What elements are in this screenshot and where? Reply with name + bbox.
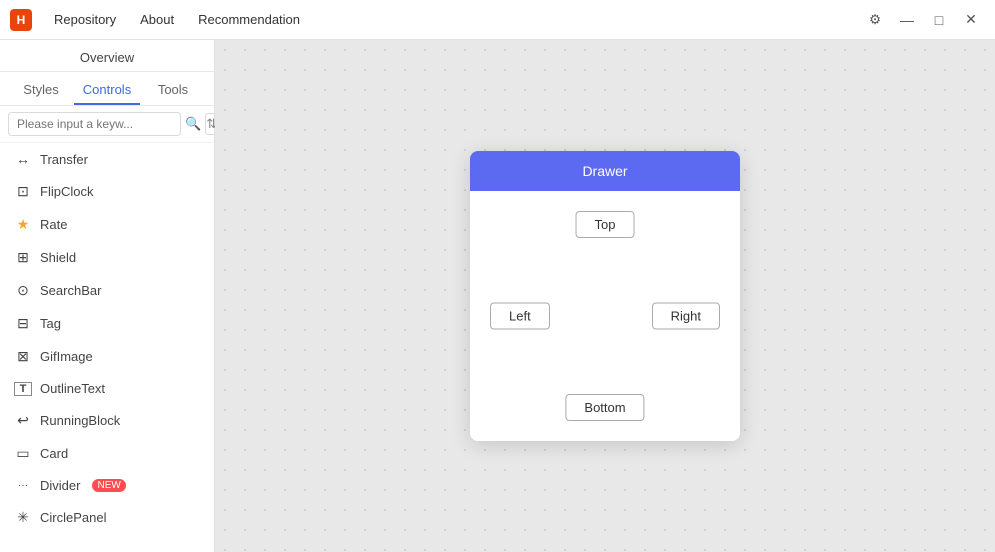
sidebar-item-label: Rate	[40, 217, 67, 232]
tab-controls[interactable]: Controls	[74, 76, 140, 105]
drawer-body: Top Left Right Bottom	[470, 191, 740, 441]
close-button[interactable]: ✕	[957, 6, 985, 34]
app-logo: H	[10, 9, 32, 31]
sidebar-item-runningblock[interactable]: ↩ RunningBlock	[0, 404, 214, 437]
sidebar-item-divider[interactable]: ··· Divider NEW	[0, 470, 214, 501]
sidebar-item-rate[interactable]: ★ Rate	[0, 208, 214, 241]
menu-repository[interactable]: Repository	[44, 8, 126, 31]
sidebar-item-gifimage[interactable]: ⊠ GifImage	[0, 340, 214, 373]
titlebar-menu: Repository About Recommendation	[44, 8, 310, 31]
card-icon: ▭	[14, 445, 32, 462]
drawer-demo-panel: Drawer Top Left Right Bottom	[470, 151, 740, 441]
new-badge: NEW	[92, 479, 125, 492]
outlinetext-icon: T	[14, 382, 32, 396]
search-icon[interactable]: 🔍	[185, 113, 201, 135]
menu-about[interactable]: About	[130, 8, 184, 31]
sidebar-item-label: Divider	[40, 478, 80, 493]
sidebar-overview-label: Overview	[0, 40, 214, 72]
main-layout: Overview Styles Controls Tools 🔍 ⇅ ↔ Tra…	[0, 40, 995, 552]
shield-icon: ⊞	[14, 249, 32, 266]
gifimage-icon: ⊠	[14, 348, 32, 365]
sidebar-item-label: SearchBar	[40, 283, 101, 298]
drawer-right-button[interactable]: Right	[652, 303, 720, 330]
rate-icon: ★	[14, 216, 32, 233]
divider-icon: ···	[14, 480, 32, 491]
sidebar-item-tag[interactable]: ⊟ Tag	[0, 307, 214, 340]
sidebar-item-label: GifImage	[40, 349, 93, 364]
circlepanel-icon: ✳	[14, 509, 32, 526]
menu-recommendation[interactable]: Recommendation	[188, 8, 310, 31]
sidebar-items-list: ↔ Transfer ⊡ FlipClock ★ Rate ⊞ Shield ⊙…	[0, 143, 214, 552]
minimize-button[interactable]: —	[893, 6, 921, 34]
sidebar-item-flipclock[interactable]: ⊡ FlipClock	[0, 175, 214, 208]
drawer-left-button[interactable]: Left	[490, 303, 550, 330]
tab-tools[interactable]: Tools	[140, 76, 206, 105]
drawer-title: Drawer	[470, 151, 740, 191]
sidebar-item-shield[interactable]: ⊞ Shield	[0, 241, 214, 274]
sidebar-item-label: Transfer	[40, 152, 88, 167]
sidebar-item-circlepanel[interactable]: ✳ CirclePanel	[0, 501, 214, 534]
sidebar-item-label: FlipClock	[40, 184, 93, 199]
sidebar-item-card[interactable]: ▭ Card	[0, 437, 214, 470]
sidebar-item-label: OutlineText	[40, 381, 105, 396]
titlebar-controls: ⚙ — □ ✕	[861, 6, 985, 34]
tab-styles[interactable]: Styles	[8, 76, 74, 105]
sidebar-item-label: Shield	[40, 250, 76, 265]
sidebar-tabs: Styles Controls Tools	[0, 72, 214, 106]
sidebar-item-label: Card	[40, 446, 68, 461]
drawer-top-button[interactable]: Top	[576, 211, 635, 238]
flipclock-icon: ⊡	[14, 183, 32, 200]
transfer-icon: ↔	[14, 151, 32, 167]
tag-icon: ⊟	[14, 315, 32, 332]
sidebar-search-bar: 🔍 ⇅	[0, 106, 214, 143]
searchbar-icon: ⊙	[14, 282, 32, 299]
content-area: Drawer Top Left Right Bottom	[215, 40, 995, 552]
runningblock-icon: ↩	[14, 412, 32, 429]
titlebar: H Repository About Recommendation ⚙ — □ …	[0, 0, 995, 40]
maximize-button[interactable]: □	[925, 6, 953, 34]
search-input[interactable]	[8, 112, 181, 136]
sidebar-item-transfer[interactable]: ↔ Transfer	[0, 143, 214, 175]
sidebar-item-outlinetext[interactable]: T OutlineText	[0, 373, 214, 404]
settings-button[interactable]: ⚙	[861, 6, 889, 34]
sidebar-item-label: Tag	[40, 316, 61, 331]
sidebar: Overview Styles Controls Tools 🔍 ⇅ ↔ Tra…	[0, 40, 215, 552]
sidebar-item-label: CirclePanel	[40, 510, 106, 525]
drawer-bottom-button[interactable]: Bottom	[565, 394, 644, 421]
sidebar-item-searchbar[interactable]: ⊙ SearchBar	[0, 274, 214, 307]
sidebar-item-label: RunningBlock	[40, 413, 120, 428]
